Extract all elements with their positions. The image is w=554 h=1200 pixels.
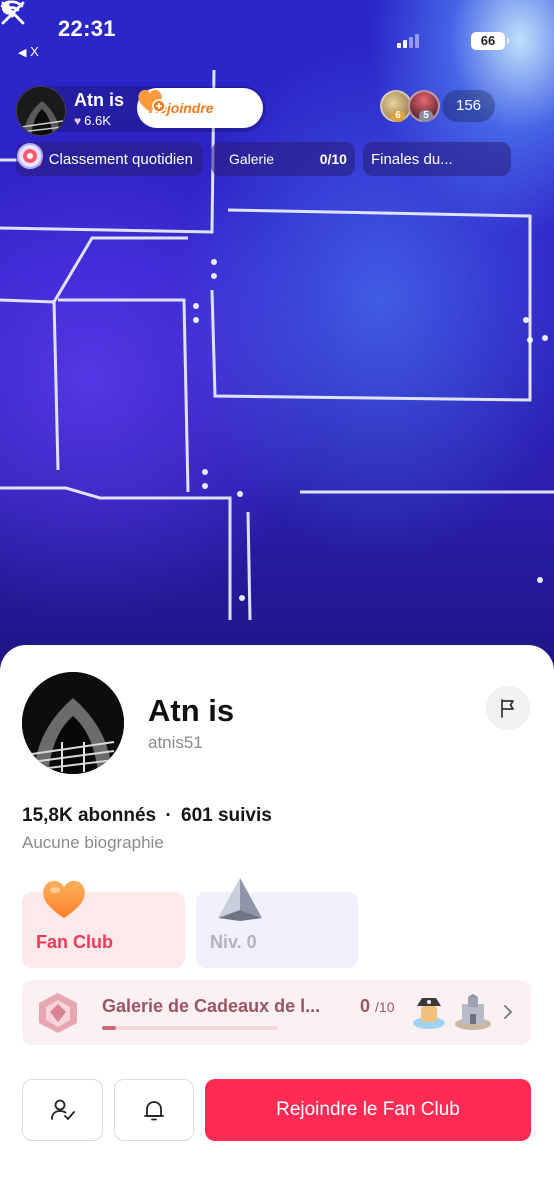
profile-sheet: Atn is atnis51 15,8K abonnés · 601 suivi… <box>0 645 554 1200</box>
heart-icon: ♥ <box>74 113 82 128</box>
battery-indicator: 66 <box>471 32 509 50</box>
live-chips: 🔥 Classement quotidien Galerie 0/10 Fina… <box>16 142 511 176</box>
report-button[interactable] <box>486 686 530 730</box>
gallery-total: /10 <box>375 999 395 1015</box>
top-viewers[interactable]: 6 5 156 <box>380 90 496 122</box>
profile-stats: 15,8K abonnés · 601 suivis <box>22 805 272 827</box>
daily-ranking-chip[interactable]: 🔥 Classement quotidien <box>16 142 203 176</box>
profile-bio: Aucune biographie <box>22 833 164 852</box>
profile-avatar[interactable] <box>22 672 124 774</box>
castle-gift-icon <box>455 994 491 1030</box>
finals-chip-label: Finales du... <box>370 150 453 168</box>
daily-ranking-label: Classement quotidien <box>48 150 193 168</box>
host-likes: ♥ 6.6K <box>74 113 111 128</box>
gallery-progress-fill <box>102 1026 117 1030</box>
gallery-title: Galerie de Cadeaux de l... <box>102 996 321 1016</box>
gallery-chip-label: Galerie <box>228 151 275 167</box>
host-name: Atn is <box>74 90 125 110</box>
gallery-progress-bar <box>102 1026 278 1030</box>
viewer-rank: 6 <box>391 110 405 122</box>
profile-name: Atn is <box>148 693 235 728</box>
pirate-gift-icon <box>413 998 445 1029</box>
user-check-icon <box>50 1099 75 1120</box>
gallery-chip[interactable]: Galerie 0/10 <box>210 142 355 176</box>
host-likes-count: 6.6K <box>84 113 111 128</box>
fan-club-label: Fan Club <box>36 932 113 952</box>
chevron-right-icon <box>504 1005 512 1019</box>
back-to-app[interactable]: ◀ X <box>18 44 39 59</box>
level-card[interactable]: Niv. 0 <box>196 878 358 968</box>
level-label: Niv. 0 <box>210 932 257 952</box>
following-button[interactable] <box>22 1079 103 1141</box>
fan-club-card[interactable]: Fan Club <box>22 880 185 968</box>
following-count[interactable]: 601 suivis <box>181 805 272 826</box>
finals-chip[interactable]: Finales du... <box>17 142 511 176</box>
clock: 22:31 <box>58 16 116 41</box>
gallery-chip-count: 0/10 <box>319 151 347 167</box>
fan-club-heart-icon <box>138 89 166 113</box>
gift-gallery-row[interactable]: Galerie de Cadeaux de l... 0 /10 <box>22 980 531 1045</box>
join-fan-club-pill[interactable]: Rejoindre <box>137 88 263 128</box>
join-fan-club-button[interactable]: Rejoindre le Fan Club <box>205 1079 531 1141</box>
notifications-button[interactable] <box>114 1079 194 1141</box>
close-icon[interactable] <box>0 0 26 26</box>
flag-icon <box>501 699 514 718</box>
level-badge-icon <box>218 878 262 921</box>
status-bar: 22:31 ◀ X 66 <box>0 0 554 59</box>
viewer-rank: 5 <box>419 110 433 122</box>
followers-count[interactable]: 15,8K abonnés <box>22 805 156 826</box>
profile-handle: atnis51 <box>148 733 203 752</box>
gallery-gem-icon <box>39 993 77 1033</box>
viewer-avatar[interactable]: 5 <box>408 90 440 122</box>
finals-badge-icon <box>17 143 43 169</box>
stats-separator: · <box>165 805 172 826</box>
live-stream-video[interactable]: 22:31 ◀ X 66 Atn is ♥ 6.6K Rejoindre 6 5… <box>0 0 554 700</box>
gallery-collected: 0 <box>360 996 371 1016</box>
host-info[interactable]: Atn is ♥ 6.6K Rejoindre <box>16 86 266 136</box>
viewer-count[interactable]: 156 <box>442 90 496 122</box>
fan-club-heart-icon <box>43 880 85 918</box>
gallery-count: 0 /10 <box>360 996 395 1017</box>
host-avatar[interactable] <box>16 86 66 136</box>
back-app-label: X <box>30 44 39 59</box>
cellular-signal-icon <box>397 34 419 48</box>
bell-icon <box>144 1101 164 1121</box>
